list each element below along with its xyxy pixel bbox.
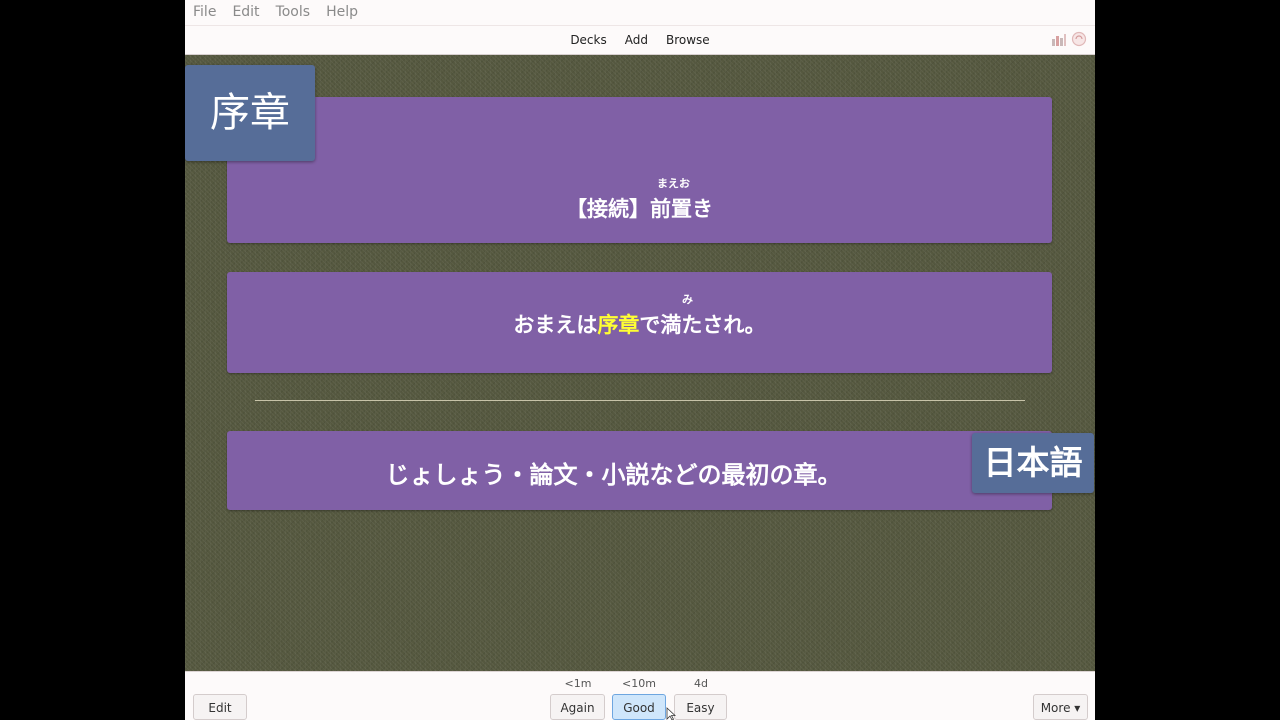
again-button[interactable]: Again	[550, 694, 605, 720]
good-interval: <10m	[622, 677, 656, 690]
top-toolbar: Decks Add Browse	[185, 26, 1095, 55]
sentence-prefix: おまえは	[513, 313, 598, 337]
sentence-suffix: で満たされ。	[639, 313, 766, 337]
stats-icon[interactable]	[1051, 32, 1067, 51]
menu-edit[interactable]: Edit	[224, 0, 267, 25]
grammar-panel: まえお 【接続】前置き	[227, 97, 1052, 243]
good-button[interactable]: Good	[612, 694, 666, 720]
mouse-cursor-icon	[666, 706, 677, 720]
edit-button[interactable]: Edit	[193, 694, 247, 720]
card-area: まえお 【接続】前置き み おまえは序章で満たされ。 じょしょう・論文・小説など…	[185, 55, 1095, 671]
sentence-highlight: 序章	[597, 313, 640, 337]
easy-button[interactable]: Easy	[674, 694, 727, 720]
browse-link[interactable]: Browse	[666, 33, 710, 47]
decks-link[interactable]: Decks	[570, 33, 606, 47]
answer-bar: Edit <1m <10m 4d Again Good Easy More ▾	[185, 671, 1095, 720]
more-button[interactable]: More ▾	[1033, 694, 1088, 720]
menu-bar: File Edit Tools Help	[185, 0, 1095, 26]
add-link[interactable]: Add	[625, 33, 648, 47]
kanji-tag: 序章	[185, 65, 315, 161]
example-sentence: おまえは序章で満たされ。	[227, 309, 1052, 339]
sentence-panel: み おまえは序章で満たされ。	[227, 272, 1052, 373]
anki-window: File Edit Tools Help Decks Add Browse まえ…	[185, 0, 1095, 720]
menu-help[interactable]: Help	[318, 0, 366, 25]
top-icons	[1051, 31, 1087, 51]
menu-tools[interactable]: Tools	[268, 0, 319, 25]
top-nav: Decks Add Browse	[185, 26, 1095, 54]
definition-text: じょしょう・論文・小説などの最初の章。	[385, 461, 842, 489]
again-interval: <1m	[564, 677, 592, 690]
definition-panel: じょしょう・論文・小説などの最初の章。	[227, 431, 1052, 510]
sentence-reading: み	[682, 293, 693, 306]
grammar-reading: まえお	[657, 177, 690, 190]
menu-file[interactable]: File	[185, 0, 224, 25]
answer-divider	[255, 400, 1025, 401]
easy-interval: 4d	[694, 677, 708, 690]
sync-icon[interactable]	[1071, 31, 1087, 51]
language-tag: 日本語	[972, 433, 1094, 493]
grammar-line: 【接続】前置き	[566, 197, 713, 221]
